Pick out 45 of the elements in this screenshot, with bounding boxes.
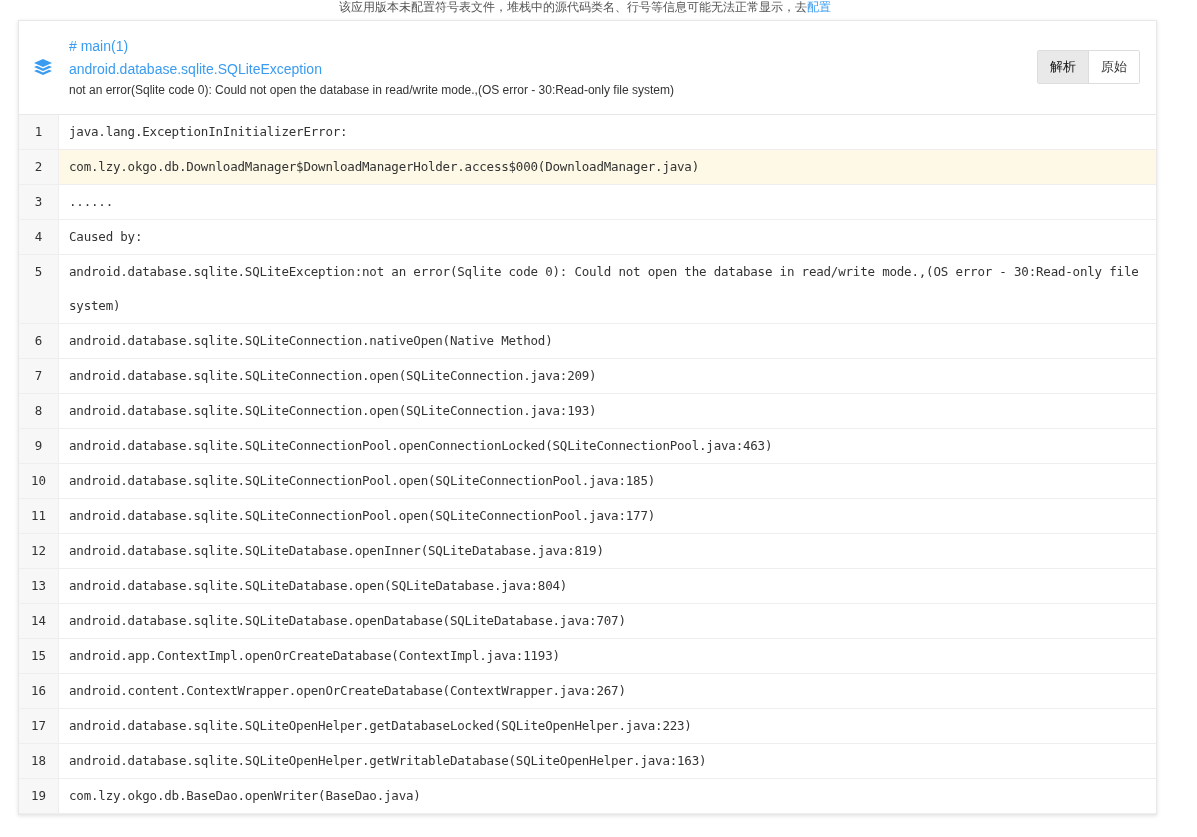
line-number: 11 bbox=[19, 499, 59, 533]
stack-line: android.database.sqlite.SQLiteConnectionPool.open(SQLiteConnectionPool.java:185) bbox=[68, 472, 657, 490]
thread-title: # main(1) bbox=[69, 37, 130, 56]
stack-line: android.database.sqlite.SQLiteConnection.open(SQLiteConnection.java:209) bbox=[68, 367, 598, 385]
line-number: 12 bbox=[19, 534, 59, 568]
line-number: 4 bbox=[19, 220, 59, 254]
stack-line: android.database.sqlite.SQLiteConnection.open(SQLiteConnection.java:193) bbox=[68, 402, 598, 420]
exception-message: not an error(Sqlite code 0): Could not open the database in read/write mode.,(OS error - 30:Read-only file system) bbox=[69, 82, 675, 99]
stack-line: android.database.sqlite.SQLiteConnection.nativeOpen(Native Method) bbox=[68, 332, 554, 350]
exception-title: android.database.sqlite.SQLiteException bbox=[69, 60, 323, 79]
line-number: 1 bbox=[19, 115, 59, 149]
stack-line: com.lzy.okgo.db.BaseDao.openWriter(BaseDao.java) bbox=[68, 787, 422, 805]
notice-text: 该应用版本未配置符号表文件，堆栈中的源代码类名、行号等信息可能无法正常显示，去 bbox=[339, 0, 807, 14]
line-number: 2 bbox=[19, 150, 59, 184]
stack-line: ...... bbox=[68, 193, 114, 211]
stack-line: android.database.sqlite.SQLiteDatabase.openInner(SQLiteDatabase.java:819) bbox=[68, 542, 605, 560]
line-number: 19 bbox=[19, 779, 59, 813]
line-number: 16 bbox=[19, 674, 59, 708]
line-number: 9 bbox=[19, 429, 59, 463]
stack-line: android.content.ContextWrapper.openOrCreateDatabase(ContextWrapper.java:267) bbox=[68, 682, 627, 700]
view-tab[interactable]: 解析 bbox=[1038, 51, 1088, 83]
stack-line: android.app.ContextImpl.openOrCreateDatabase(ContextImpl.java:1193) bbox=[68, 647, 561, 665]
stack-line: android.database.sqlite.SQLiteDatabase.openDatabase(SQLiteDatabase.java:707) bbox=[68, 612, 627, 630]
view-tab[interactable]: 原始 bbox=[1088, 51, 1139, 83]
line-number: 3 bbox=[19, 185, 59, 219]
line-number: 15 bbox=[19, 639, 59, 673]
line-number: 6 bbox=[19, 324, 59, 358]
stack-line: android.database.sqlite.SQLiteOpenHelper.getWritableDatabase(SQLiteOpenHelper.java:163) bbox=[68, 752, 708, 770]
stack-line: android.database.sqlite.SQLiteException:not an error(Sqlite code 0): Could not open the database in read/write mode.,(OS error - 30:Read-only file system) bbox=[68, 263, 1140, 315]
line-number: 17 bbox=[19, 709, 59, 743]
line-number: 8 bbox=[19, 394, 59, 428]
line-number: 10 bbox=[19, 464, 59, 498]
line-number: 7 bbox=[19, 359, 59, 393]
stack-line: com.lzy.okgo.db.DownloadManager$DownloadManagerHolder.access$000(DownloadManager.java) bbox=[68, 158, 700, 176]
line-number: 13 bbox=[19, 569, 59, 603]
stack-line: Caused by: bbox=[68, 228, 144, 246]
stack-line: android.database.sqlite.SQLiteOpenHelper.getDatabaseLocked(SQLiteOpenHelper.java:223) bbox=[68, 717, 693, 735]
stack-line: android.database.sqlite.SQLiteConnectionPool.open(SQLiteConnectionPool.java:177) bbox=[68, 507, 657, 525]
layers-icon bbox=[33, 58, 53, 76]
stack-line: android.database.sqlite.SQLiteDatabase.open(SQLiteDatabase.java:804) bbox=[68, 577, 569, 595]
line-number: 18 bbox=[19, 744, 59, 778]
line-number: 14 bbox=[19, 604, 59, 638]
stack-line: android.database.sqlite.SQLiteConnectionPool.openConnectionLocked(SQLiteConnectionPool.java:463) bbox=[68, 437, 774, 455]
line-number: 5 bbox=[19, 255, 59, 323]
stack-line: java.lang.ExceptionInInitializerError: bbox=[68, 123, 349, 141]
